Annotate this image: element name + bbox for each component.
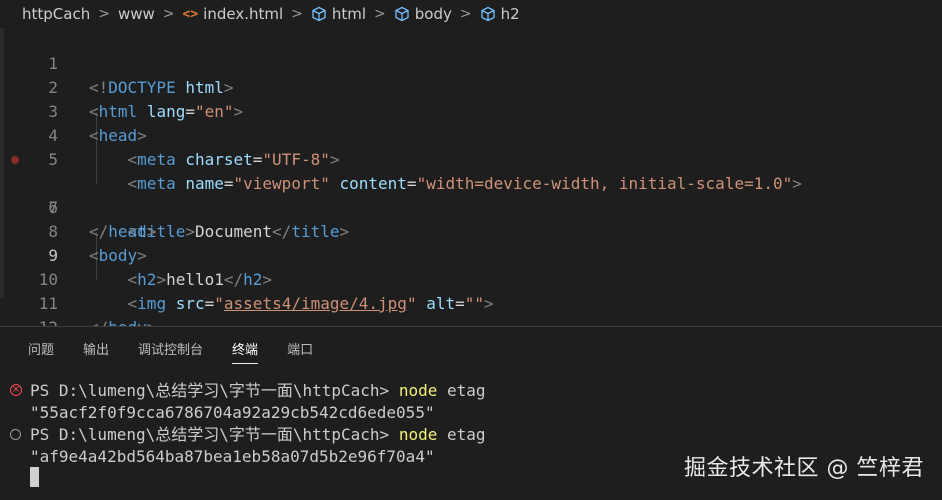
cube-icon — [480, 6, 496, 22]
chevron-right-icon: > — [162, 6, 175, 22]
error-circle-icon[interactable]: × — [10, 384, 22, 396]
tab-ports[interactable]: 端口 — [287, 339, 313, 364]
terminal-cursor — [30, 467, 39, 487]
breadcrumb-item-symbol[interactable]: h2 — [480, 5, 520, 23]
bottom-panel: 问题 输出 调试控制台 终端 端口 × PS D:\lumeng\总结学习\字节… — [0, 326, 942, 500]
breadcrumb: httpCach > www > <> index.html > html > … — [0, 0, 942, 28]
tab-output[interactable]: 输出 — [83, 339, 109, 364]
code-line-active[interactable]: 9 <h2>hello1</h2> — [0, 220, 942, 289]
chevron-right-icon: > — [374, 6, 386, 22]
terminal-line: PS D:\lumeng\总结学习\字节一面\httpCach> node et… — [30, 425, 486, 444]
tab-terminal[interactable]: 终端 — [232, 339, 259, 364]
breadcrumb-label: html — [331, 5, 367, 23]
code-line[interactable]: 2 <html lang="en"> — [0, 52, 942, 121]
watermark: 掘金技术社区 @ 竺梓君 — [684, 456, 924, 481]
code-line[interactable]: 3 <head> — [0, 76, 942, 145]
command-status-circle-icon[interactable] — [10, 429, 21, 440]
code-line[interactable]: 8 <body> — [0, 196, 942, 265]
html-file-icon: <> — [182, 6, 199, 22]
chevron-right-icon: > — [291, 6, 303, 22]
breadcrumb-label: www — [117, 5, 155, 23]
terminal-output: "55acf2f0f9cca6786704a92a29cb542cd6ede05… — [30, 403, 435, 422]
panel-tabs: 问题 输出 调试控制台 终端 端口 — [28, 339, 342, 364]
code-line[interactable]: 11 </body> — [0, 268, 942, 337]
code-editor[interactable]: 1 <!DOCTYPE html> 2 <html lang="en"> 3 <… — [0, 28, 942, 361]
tab-debug-console[interactable]: 调试控制台 — [138, 339, 203, 364]
code-line[interactable]: 6 <title>Document</title> — [0, 148, 942, 241]
code-line[interactable]: 7 </head> — [0, 172, 942, 241]
breadcrumb-item-symbol[interactable]: body — [394, 5, 452, 23]
breadcrumb-item-folder[interactable]: www — [118, 5, 155, 23]
breadcrumb-item-file[interactable]: <> index.html — [183, 5, 284, 23]
code-line[interactable]: 4 <meta charset="UTF-8"> — [0, 100, 942, 169]
breadcrumb-item-folder[interactable]: httpCach — [22, 5, 90, 23]
tab-problems[interactable]: 问题 — [28, 339, 54, 364]
breadcrumb-label: h2 — [500, 5, 520, 23]
breakpoint-dot-icon[interactable] — [11, 156, 19, 164]
chevron-right-icon: > — [459, 6, 472, 22]
breadcrumb-label: index.html — [203, 5, 284, 23]
chevron-right-icon: > — [98, 6, 110, 22]
code-line[interactable]: 12 </html> — [0, 292, 942, 361]
terminal-output: "af9e4a42bd564ba87bea1eb58a07d5b2e96f70a… — [30, 447, 435, 466]
cube-icon — [311, 6, 327, 22]
cube-icon — [394, 6, 410, 22]
code-line[interactable]: 10 <img src="assets4/image/4.jpg" alt=""… — [0, 244, 942, 313]
code-line[interactable]: 1 <!DOCTYPE html> — [0, 28, 942, 97]
breadcrumb-label: body — [414, 5, 452, 23]
breadcrumb-item-symbol[interactable]: html — [311, 5, 366, 23]
code-line[interactable]: 5 <meta name="viewport" content="width=d… — [0, 124, 942, 193]
terminal-line: PS D:\lumeng\总结学习\字节一面\httpCach> node et… — [30, 381, 486, 400]
breadcrumb-label: httpCach — [22, 5, 91, 23]
